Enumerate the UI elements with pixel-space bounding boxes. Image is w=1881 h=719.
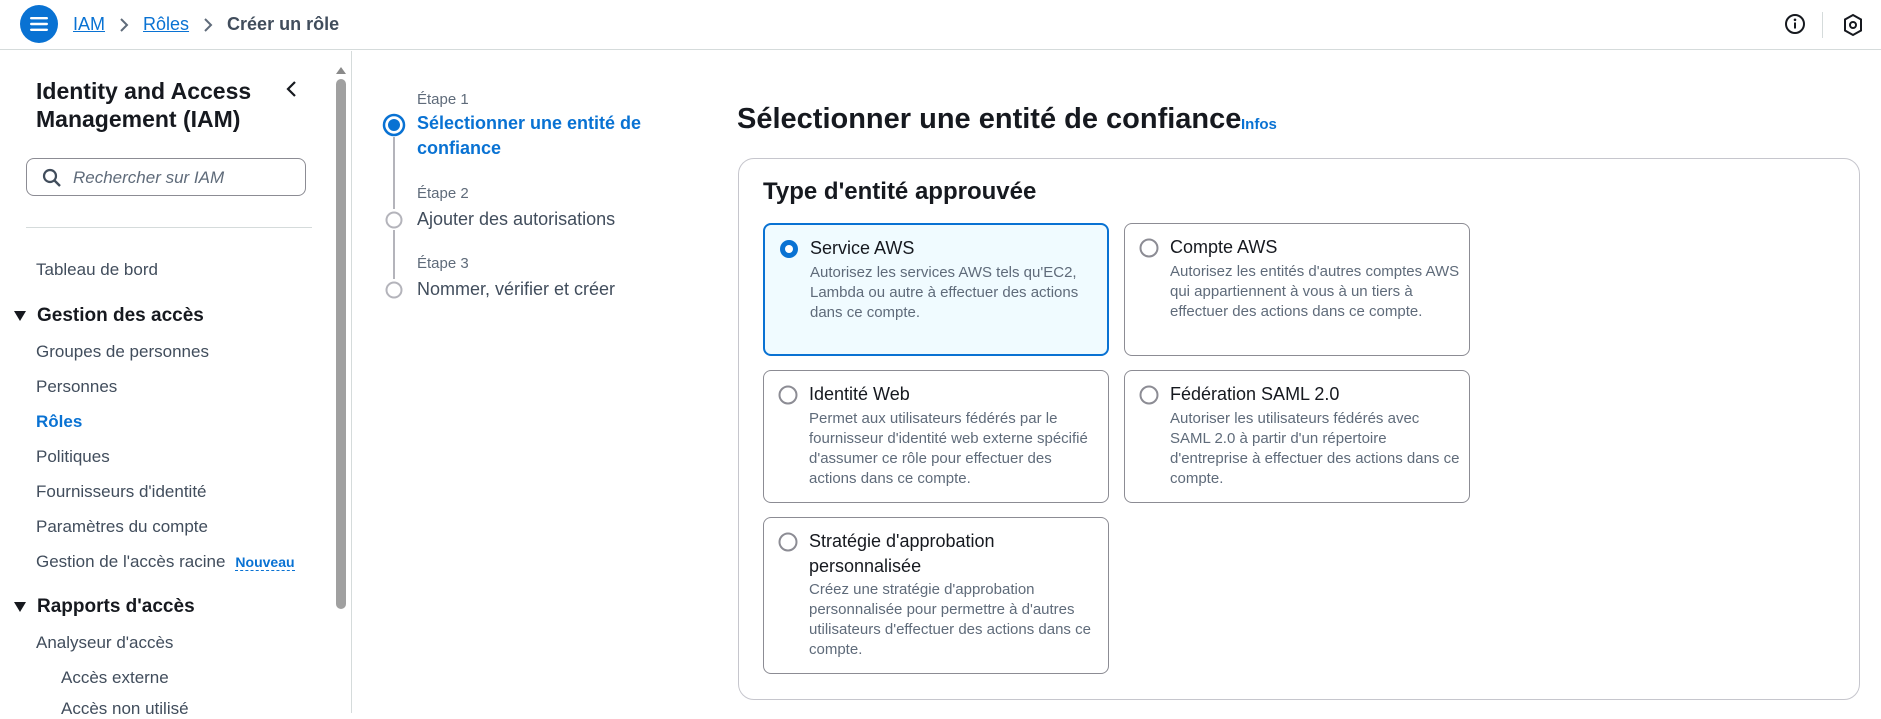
breadcrumb-current: Créer un rôle	[227, 14, 340, 34]
caret-down-icon	[14, 602, 26, 612]
sidebar-section-reports-label: Rapports d'accès	[37, 596, 195, 617]
option-saml-federation[interactable]: Fédération SAML 2.0 Autoriser les utilis…	[1124, 370, 1470, 503]
option-title: Compte AWS	[1170, 237, 1278, 257]
page-title: Sélectionner une entité de confiance	[737, 103, 1242, 135]
sidebar-section-reports[interactable]: Rapports d'accès	[14, 596, 195, 618]
sidebar-border	[351, 51, 352, 713]
sidebar-section-access[interactable]: Gestion des accès	[14, 305, 204, 327]
step-1-label: Étape 1	[417, 91, 469, 108]
option-description: Autorisez les services AWS tels qu'EC2, …	[810, 264, 1079, 321]
sidebar-title: Identity and Access Management (IAM)	[36, 78, 252, 132]
sidebar-search-field[interactable]	[26, 158, 306, 196]
chevron-right-icon	[203, 17, 213, 33]
radio-unselected-icon[interactable]	[1139, 238, 1159, 263]
sidebar-item-account-settings[interactable]: Paramètres du compte	[36, 517, 208, 537]
sidebar-item-root-access-label: Gestion de l'accès racine	[36, 552, 226, 571]
section-title: Type d'entité approuvée	[763, 178, 1037, 205]
info-link[interactable]: Infos	[1241, 116, 1277, 133]
sidebar-item-users[interactable]: Personnes	[36, 377, 117, 397]
search-icon	[42, 168, 62, 193]
info-circle-icon[interactable]	[1784, 13, 1806, 40]
step-3-indicator-icon	[385, 281, 403, 304]
step-connector	[393, 230, 395, 279]
option-title: Identité Web	[809, 384, 910, 404]
option-title: Stratégie d'approbation personnalisée	[809, 531, 995, 576]
sidebar-item-access-analyzer[interactable]: Analyseur d'accès	[36, 633, 173, 653]
new-badge: Nouveau	[235, 554, 295, 571]
option-description: Créez une stratégie d'approbation person…	[809, 581, 1091, 658]
sidebar-section-access-label: Gestion des accès	[37, 305, 204, 326]
breadcrumb-roles-link[interactable]: Rôles	[143, 14, 189, 35]
option-aws-account[interactable]: Compte AWS Autorisez les entités d'autre…	[1124, 223, 1470, 356]
caret-down-icon	[14, 311, 26, 321]
hamburger-menu-icon[interactable]	[20, 5, 58, 43]
option-title: Service AWS	[810, 238, 915, 258]
sidebar-item-root-access[interactable]: Gestion de l'accès racine Nouveau	[36, 552, 295, 572]
option-web-identity[interactable]: Identité Web Permet aux utilisateurs féd…	[763, 370, 1109, 503]
option-title: Fédération SAML 2.0	[1170, 384, 1340, 404]
sidebar-item-policies[interactable]: Politiques	[36, 447, 110, 467]
sidebar-item-identity-providers[interactable]: Fournisseurs d'identité	[36, 482, 207, 502]
step-2-label: Étape 2	[417, 185, 469, 202]
scroll-up-arrow-icon[interactable]	[336, 61, 346, 79]
hexagon-settings-icon[interactable]	[1842, 13, 1864, 42]
radio-unselected-icon[interactable]	[778, 532, 798, 557]
sidebar-item-dashboard[interactable]: Tableau de bord	[36, 260, 158, 280]
option-description: Autoriser les utilisateurs fédérés avec …	[1170, 410, 1460, 487]
top-navigation-bar: IAM Rôles Créer un rôle	[0, 0, 1881, 50]
scrollbar-thumb[interactable]	[336, 79, 346, 609]
topbar-divider	[1822, 12, 1823, 38]
collapse-sidebar-icon[interactable]	[284, 79, 298, 104]
breadcrumb-iam-link[interactable]: IAM	[73, 14, 105, 35]
option-description: Permet aux utilisateurs fédérés par le f…	[809, 410, 1088, 487]
chevron-right-icon	[119, 17, 129, 33]
step-1-title[interactable]: Sélectionner une entité de confiance	[417, 111, 647, 161]
option-custom-trust-policy[interactable]: Stratégie d'approbation personnalisée Cr…	[763, 517, 1109, 674]
sidebar-item-unused-access[interactable]: Accès non utilisé	[61, 699, 189, 719]
sidebar-item-user-groups[interactable]: Groupes de personnes	[36, 342, 209, 362]
radio-unselected-icon[interactable]	[778, 385, 798, 410]
breadcrumb: IAM Rôles Créer un rôle	[73, 14, 339, 35]
radio-selected-icon[interactable]	[779, 239, 799, 264]
sidebar: Identity and Access Management (IAM) Tab…	[0, 51, 350, 718]
step-3-label: Étape 3	[417, 255, 469, 272]
step-3-title: Nommer, vérifier et créer	[417, 279, 616, 299]
sidebar-item-roles[interactable]: Rôles	[36, 412, 82, 432]
option-description: Autorisez les entités d'autres comptes A…	[1170, 263, 1460, 320]
option-aws-service[interactable]: Service AWS Autorisez les services AWS t…	[763, 223, 1109, 356]
step-2-title: Ajouter des autorisations	[417, 209, 616, 229]
divider	[26, 227, 312, 228]
radio-unselected-icon[interactable]	[1139, 385, 1159, 410]
sidebar-search-input[interactable]	[71, 166, 295, 190]
step-connector	[393, 137, 395, 209]
sidebar-item-external-access[interactable]: Accès externe	[61, 668, 169, 688]
